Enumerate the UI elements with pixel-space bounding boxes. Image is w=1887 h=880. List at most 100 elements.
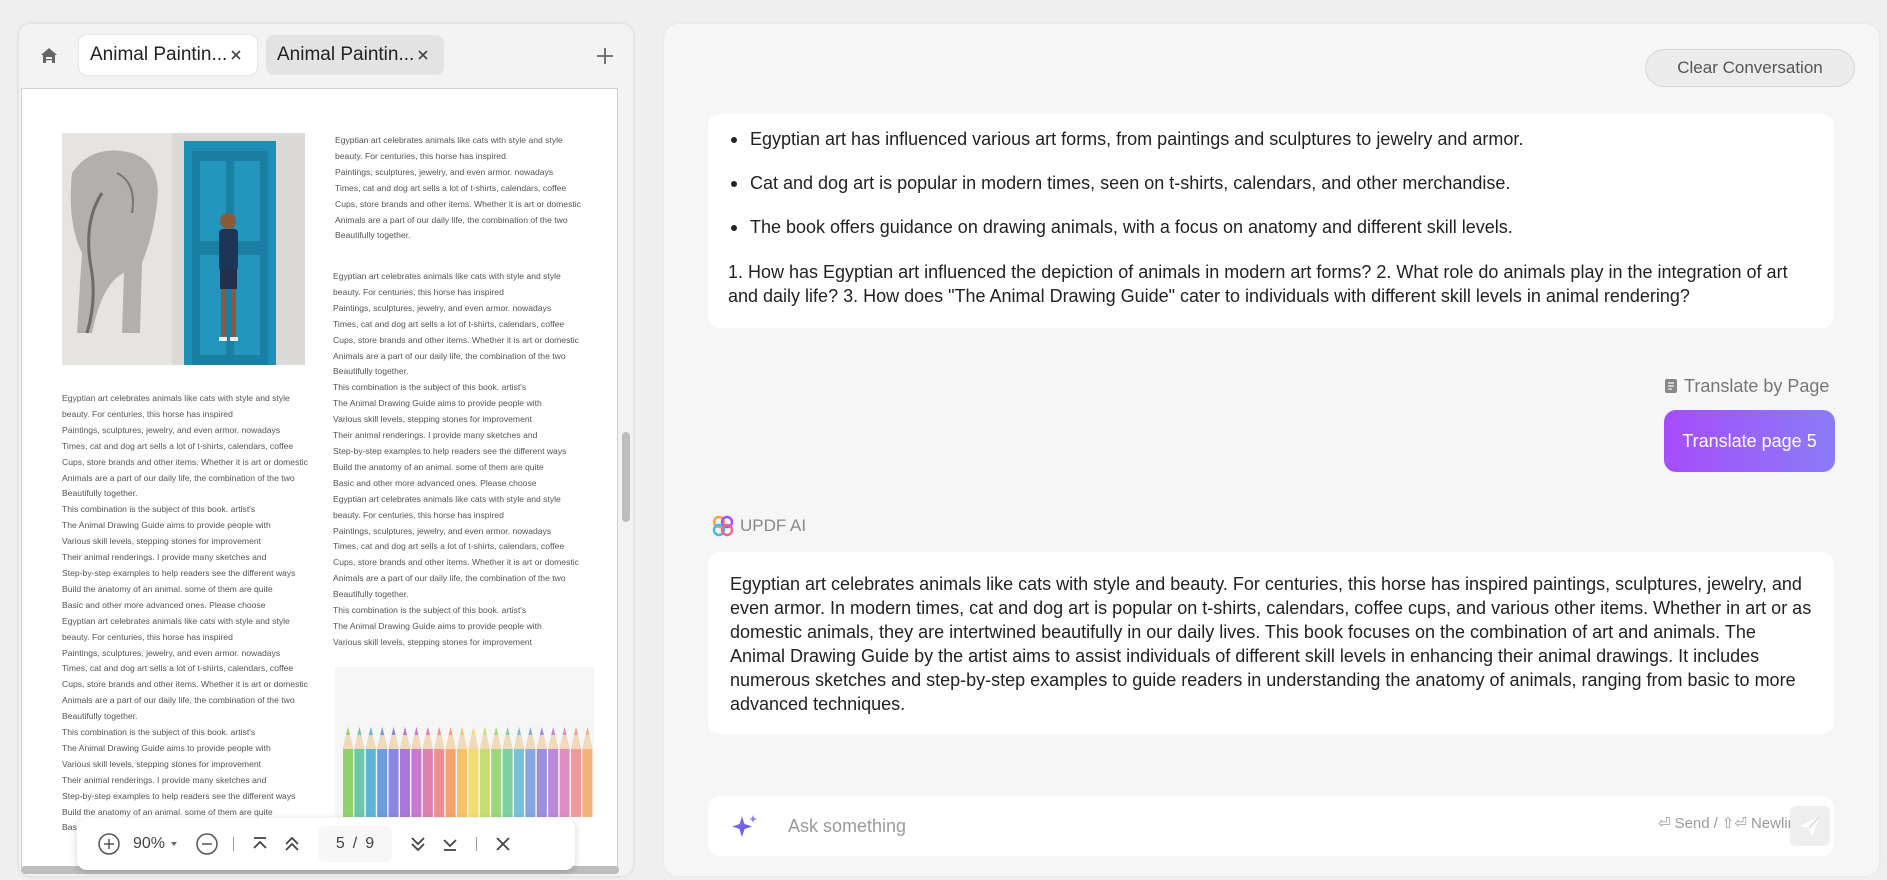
pdf-navigation-toolbar: 90% 5 / 9: [77, 818, 575, 870]
document-text-line: beauty. For centuries, this horse has in…: [333, 509, 504, 520]
vertical-scrollbar[interactable]: [622, 432, 630, 522]
document-text-line: This combination is the subject of this …: [333, 382, 527, 393]
clear-conversation-button[interactable]: Clear Conversation: [1645, 49, 1855, 87]
page-indicator[interactable]: 5 / 9: [318, 826, 393, 862]
elephant-illustration: [62, 133, 305, 365]
page-separator: /: [352, 835, 358, 852]
document-text-line: Various skill levels, stepping stones fo…: [62, 758, 262, 769]
document-text-line: beauty. For centuries, this horse has in…: [333, 286, 504, 297]
document-text-line: Beautifully together.: [335, 230, 411, 241]
next-page-button[interactable]: [402, 828, 434, 860]
zoom-in-icon: [98, 833, 120, 855]
list-item: Egyptian art has influenced various art …: [728, 128, 1523, 172]
close-icon[interactable]: [227, 46, 245, 64]
document-tab-1[interactable]: Animal Paintin...: [79, 35, 257, 75]
tab-label: Animal Paintin...: [90, 44, 227, 65]
shift-enter-key-icon: ⇧⏎: [1721, 815, 1747, 832]
document-text-line: Times, cat and dog art sells a lot of t-…: [62, 663, 294, 674]
zoom-out-icon: [196, 833, 218, 855]
user-message-bubble: Translate page 5: [1664, 410, 1835, 472]
pencil-lead: [517, 727, 521, 735]
home-button[interactable]: [35, 42, 63, 70]
assistant-name: UPDF AI: [740, 516, 807, 535]
document-text-line: Animals are a part of our daily life, th…: [62, 472, 295, 483]
document-text-line: Various skill levels, stepping stones fo…: [333, 414, 533, 425]
last-page-button[interactable]: [434, 828, 466, 860]
pencil-lead: [551, 727, 556, 735]
tab-label: Animal Paintin...: [277, 44, 414, 65]
document-text-line: Paintings, sculptures, jewelry, and even…: [62, 647, 281, 658]
document-text-line: Animals are a part of our daily life, th…: [335, 214, 568, 225]
document-text-line: Cups, store brands and other items. Whet…: [333, 334, 579, 345]
document-icon: [1665, 379, 1677, 393]
total-pages: 9: [365, 835, 375, 852]
list-item: Cat and dog art is popular in modern tim…: [728, 172, 1523, 216]
chat-input-bar: ⏎ Send / ⇧⏎ Newline: [708, 796, 1834, 856]
document-text-line: This combination is the subject of this …: [62, 504, 256, 515]
document-text-line: Cups, store brands and other items. Whet…: [62, 679, 308, 690]
document-text-line: Their animal renderings. I provide many …: [333, 430, 538, 441]
document-text-line: The Animal Drawing Guide aims to provide…: [333, 620, 542, 631]
ask-input[interactable]: [788, 812, 1508, 840]
document-text-line: beauty. For centuries, this horse has in…: [62, 631, 233, 642]
document-text-line: Step-by-step examples to help readers se…: [62, 567, 296, 578]
document-text-line: Beautifully together.: [62, 711, 138, 722]
answer-bullet-list: Egyptian art has influenced various art …: [728, 128, 1523, 260]
document-tab-2[interactable]: Animal Paintin...: [266, 35, 444, 75]
document-text-line: Egyptian art celebrates animals like cat…: [333, 271, 561, 281]
pdf-page-canvas[interactable]: Egyptian art celebrates animals like cat…: [21, 88, 618, 868]
zoom-level[interactable]: 90%: [133, 835, 165, 853]
document-text-line: This combination is the subject of this …: [62, 727, 256, 738]
document-text-line: The Animal Drawing Guide aims to provide…: [62, 520, 271, 531]
zoom-in-button[interactable]: [93, 828, 125, 860]
pencil-lead: [380, 727, 385, 735]
document-text-line: Egyptian art celebrates animals like cat…: [62, 615, 290, 626]
document-text-line: Paintings, sculptures, jewelry, and even…: [62, 424, 281, 435]
document-text-line: Animals are a part of our daily life, th…: [333, 573, 566, 584]
zoom-out-button[interactable]: [191, 828, 223, 860]
current-page[interactable]: 5: [336, 835, 345, 853]
pencil-lead: [368, 727, 373, 735]
home-icon: [41, 48, 57, 63]
double-chevron-up-icon: [285, 836, 299, 851]
document-text-line: Their animal renderings. I provide many …: [62, 774, 267, 785]
pencil-lead: [528, 727, 533, 735]
toolbar-divider: [233, 837, 235, 851]
first-page-button[interactable]: [244, 828, 276, 860]
document-text-line: Cups, store brands and other items. Whet…: [333, 557, 579, 568]
updf-ai-logo-icon: [712, 515, 734, 537]
close-icon: [496, 837, 510, 851]
pencil-lead: [460, 727, 464, 735]
chevron-down-icon[interactable]: [169, 839, 179, 849]
document-text-line: Times, cat and dog art sells a lot of t-…: [333, 541, 565, 552]
toolbar-divider: [476, 837, 478, 851]
document-text-line: Paintings, sculptures, jewelry, and even…: [333, 525, 552, 536]
send-button[interactable]: [1790, 806, 1830, 846]
add-tab-button[interactable]: [591, 42, 619, 70]
pencil-lead: [448, 727, 453, 735]
document-text-line: Basic and other more advanced ones. Plea…: [62, 599, 266, 610]
pencil-lead: [346, 727, 350, 735]
pencil-lead: [471, 727, 476, 735]
document-text-line: Beautifully together.: [62, 488, 138, 499]
plus-icon: [597, 48, 613, 64]
double-chevron-down-icon: [411, 837, 425, 852]
assistant-reply-text: Egyptian art celebrates animals like cat…: [730, 574, 1812, 714]
close-icon[interactable]: [414, 46, 432, 64]
send-hint: Send: [1674, 814, 1710, 832]
document-text-line: Times, cat and dog art sells a lot of t-…: [62, 440, 294, 451]
pencil-lead: [357, 727, 362, 735]
pencil-lead: [539, 727, 544, 735]
translate-by-page-label: Translate by Page: [1684, 375, 1830, 396]
document-text-line: Animals are a part of our daily life, th…: [333, 350, 566, 361]
document-text-line: Build the anatomy of an animal. some of …: [333, 461, 544, 472]
previous-page-button[interactable]: [276, 828, 308, 860]
document-text-line: This combination is the subject of this …: [333, 605, 527, 616]
close-toolbar-button[interactable]: [487, 828, 519, 860]
document-text-line: Step-by-step examples to help readers se…: [62, 790, 296, 801]
pencil-lead: [494, 727, 499, 735]
pencil-lead: [425, 727, 430, 735]
pencil-lead: [574, 727, 578, 735]
tab-bar: Animal Paintin... Animal Paintin...: [19, 24, 633, 88]
hint-separator: /: [1713, 814, 1718, 832]
